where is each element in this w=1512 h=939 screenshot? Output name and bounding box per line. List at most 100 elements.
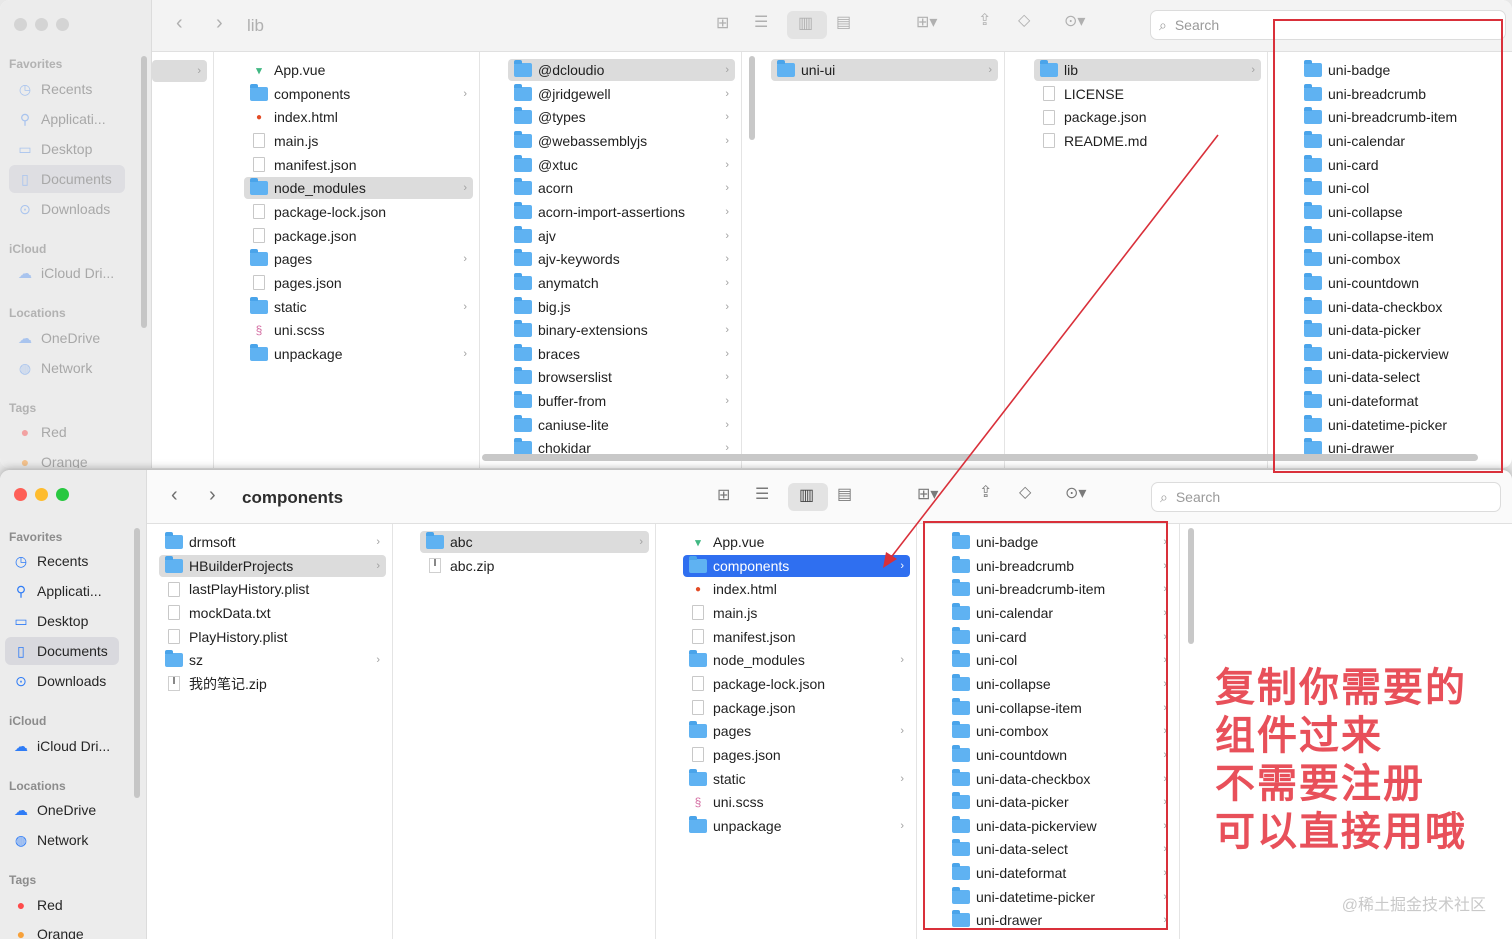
search-field[interactable]: ⌕ Search (1151, 482, 1501, 512)
list-item[interactable]: › (152, 60, 207, 82)
list-item[interactable]: § uni.scss (244, 319, 473, 341)
list-item[interactable]: main.js (683, 602, 910, 624)
group-icon[interactable]: ⊞▾ (917, 487, 938, 503)
sidebar-item-documents[interactable]: ▯ Documents (5, 637, 119, 665)
zoom-window-button[interactable] (56, 18, 69, 31)
list-item[interactable]: PlayHistory.plist (159, 626, 386, 648)
list-item[interactable]: pages.json (244, 272, 473, 294)
list-item[interactable]: @jridgewell › (508, 83, 735, 105)
forward-button[interactable]: › (209, 484, 216, 507)
list-item[interactable]: ▾ App.vue (683, 531, 910, 553)
list-item[interactable]: browserslist › (508, 366, 735, 388)
list-item[interactable]: acorn-import-assertions › (508, 201, 735, 223)
sidebar-item-recents[interactable]: ◷ Recents (5, 547, 115, 575)
sidebar-item-network[interactable]: ◍ Network (5, 826, 115, 854)
list-item[interactable]: caniuse-lite › (508, 414, 735, 436)
list-item[interactable]: components › (244, 83, 473, 105)
share-icon[interactable]: ⇪ (978, 13, 991, 29)
list-item[interactable]: binary-extensions › (508, 319, 735, 341)
list-item[interactable]: drmsoft › (159, 531, 386, 553)
forward-button[interactable]: › (216, 12, 223, 35)
sidebar-item-icloud-drive[interactable]: ☁ iCloud Dri... (9, 259, 125, 287)
list-item[interactable]: README.md (1034, 130, 1261, 152)
icon-view-icon[interactable]: ⊞ (717, 488, 730, 504)
list-item[interactable]: package-lock.json (244, 201, 473, 223)
list-item[interactable]: pages › (244, 248, 473, 270)
sidebar-tag-orange[interactable]: ● Orange (9, 448, 125, 468)
list-item[interactable]: pages.json (683, 744, 910, 766)
column-scrollbar[interactable] (1188, 528, 1194, 644)
list-item[interactable]: manifest.json (683, 626, 910, 648)
minimize-window-button[interactable] (35, 18, 48, 31)
list-item[interactable]: 我的笔记.zip (159, 673, 386, 695)
sidebar-tag-orange[interactable]: ● Orange (5, 920, 115, 939)
list-item[interactable]: package-lock.json (683, 673, 910, 695)
list-item[interactable]: @dcloudio › (508, 59, 735, 81)
sidebar-scrollbar[interactable] (134, 528, 140, 798)
list-item[interactable]: @xtuc › (508, 154, 735, 176)
gallery-view-icon[interactable]: ▤ (836, 15, 851, 31)
list-item[interactable]: anymatch › (508, 272, 735, 294)
list-item[interactable]: ajv-keywords › (508, 248, 735, 270)
list-item[interactable]: ● index.html (244, 106, 473, 128)
list-item[interactable]: LICENSE (1034, 83, 1261, 105)
list-item[interactable]: HBuilderProjects › (159, 554, 386, 577)
list-item[interactable]: unpackage › (244, 343, 473, 365)
column-scrollbar[interactable] (749, 56, 755, 140)
sidebar-item-applications[interactable]: ⚲ Applicati... (9, 105, 125, 133)
sidebar-item-desktop[interactable]: ▭ Desktop (5, 607, 115, 635)
list-item[interactable]: ajv › (508, 225, 735, 247)
list-item[interactable]: mockData.txt (159, 602, 386, 624)
list-item[interactable]: § uni.scss (683, 791, 910, 813)
sidebar-scrollbar[interactable] (141, 56, 147, 328)
list-item[interactable]: node_modules › (244, 177, 473, 200)
list-item[interactable]: pages › (683, 720, 910, 742)
list-item[interactable]: components › (683, 554, 910, 577)
list-item[interactable]: node_modules › (683, 649, 910, 671)
list-item[interactable]: ● index.html (683, 578, 910, 600)
list-item[interactable]: abc › (420, 531, 649, 553)
zoom-window-button[interactable] (56, 488, 69, 501)
sidebar-item-downloads[interactable]: ⊙ Downloads (5, 667, 115, 695)
list-item[interactable]: static › (244, 296, 473, 318)
list-item[interactable]: sz › (159, 649, 386, 671)
list-item[interactable]: package.json (683, 697, 910, 719)
sidebar-item-icloud-drive[interactable]: ☁ iCloud Dri... (5, 732, 115, 760)
gallery-view-icon[interactable]: ▤ (837, 487, 852, 503)
close-window-button[interactable] (14, 488, 27, 501)
share-icon[interactable]: ⇪ (979, 485, 992, 501)
sidebar-item-recents[interactable]: ◷ Recents (9, 75, 125, 103)
list-item[interactable]: unpackage › (683, 815, 910, 837)
tag-icon[interactable]: ◇ (1018, 13, 1030, 29)
list-view-icon[interactable]: ☰ (755, 487, 769, 503)
sidebar-item-downloads[interactable]: ⊙ Downloads (9, 195, 125, 223)
tag-icon[interactable]: ◇ (1019, 485, 1031, 501)
sidebar-item-applications[interactable]: ⚲ Applicati... (5, 577, 115, 605)
list-item[interactable]: lib › (1034, 59, 1261, 81)
list-item[interactable]: braces › (508, 343, 735, 365)
column-view-button[interactable]: ▥ (788, 483, 828, 511)
list-item[interactable]: big.js › (508, 296, 735, 318)
list-item[interactable]: ▾ App.vue (244, 59, 473, 81)
sidebar-item-network[interactable]: ◍ Network (9, 354, 125, 382)
sidebar-item-onedrive[interactable]: ☁ OneDrive (5, 796, 115, 824)
list-item[interactable]: package.json (1034, 106, 1261, 128)
back-button[interactable]: ‹ (171, 484, 178, 507)
sidebar-tag-red[interactable]: ● Red (5, 891, 115, 919)
list-view-icon[interactable]: ☰ (754, 15, 768, 31)
sidebar-item-desktop[interactable]: ▭ Desktop (9, 135, 125, 163)
list-item[interactable]: uni-ui › (771, 59, 998, 81)
list-item[interactable]: @webassemblyjs › (508, 130, 735, 152)
list-item[interactable]: abc.zip (420, 555, 649, 577)
list-item[interactable]: package.json (244, 225, 473, 247)
list-item[interactable]: acorn › (508, 177, 735, 199)
list-item[interactable]: buffer-from › (508, 390, 735, 412)
minimize-window-button[interactable] (35, 488, 48, 501)
list-item[interactable]: main.js (244, 130, 473, 152)
column-view-button[interactable]: ▥ (787, 11, 827, 39)
list-item[interactable]: manifest.json (244, 154, 473, 176)
close-window-button[interactable] (14, 18, 27, 31)
list-item[interactable]: @types › (508, 106, 735, 128)
more-actions-icon[interactable]: ⊙▾ (1065, 486, 1086, 502)
icon-view-icon[interactable]: ⊞ (716, 16, 729, 32)
